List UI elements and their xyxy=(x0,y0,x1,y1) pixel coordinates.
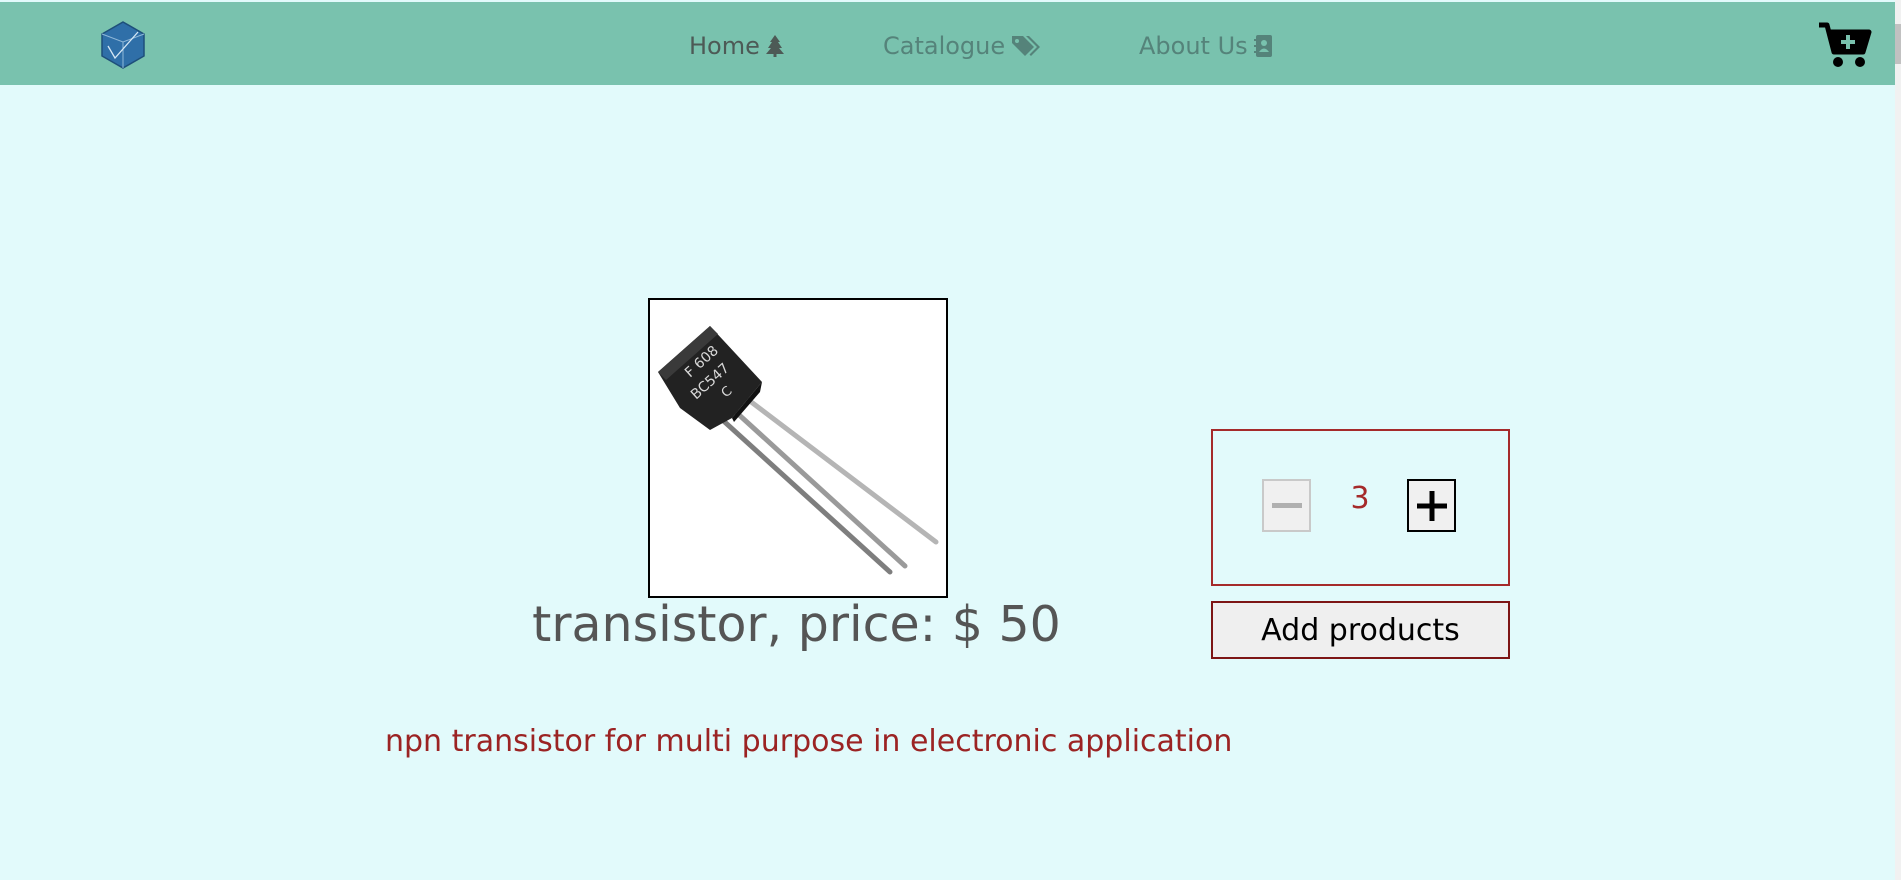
scrollbar-thumb[interactable] xyxy=(1895,24,1901,64)
icosahedron-logo-icon[interactable] xyxy=(98,20,148,70)
nav-link-catalogue[interactable]: Catalogue xyxy=(883,30,1041,62)
nav-link-home[interactable]: Home xyxy=(689,30,784,62)
address-book-icon xyxy=(1253,35,1272,57)
scrollbar[interactable] xyxy=(1895,0,1901,880)
cart-plus-icon[interactable] xyxy=(1818,22,1872,70)
plus-icon xyxy=(1416,490,1447,521)
navbar: Home Catalogue About Us xyxy=(0,2,1895,85)
product-title: transistor, price: $ 50 xyxy=(532,596,1061,653)
tags-icon xyxy=(1012,36,1041,56)
nav-link-home-label: Home xyxy=(689,32,760,60)
transistor-image: F 608 BC547 C xyxy=(650,300,946,596)
quantity-stepper: 3 xyxy=(1211,429,1510,586)
increment-button[interactable] xyxy=(1407,479,1456,532)
add-products-button[interactable]: Add products xyxy=(1211,601,1510,659)
tree-icon xyxy=(765,35,784,57)
nav-link-about-us[interactable]: About Us xyxy=(1139,30,1274,62)
product-description: npn transistor for multi purpose in elec… xyxy=(385,724,1233,759)
minus-icon xyxy=(1271,502,1302,508)
nav-link-catalogue-label: Catalogue xyxy=(883,32,1006,60)
quantity-value: 3 xyxy=(1350,481,1370,516)
product-image: F 608 BC547 C xyxy=(648,298,948,598)
decrement-button[interactable] xyxy=(1262,479,1311,532)
nav-link-about-us-label: About Us xyxy=(1139,32,1248,60)
